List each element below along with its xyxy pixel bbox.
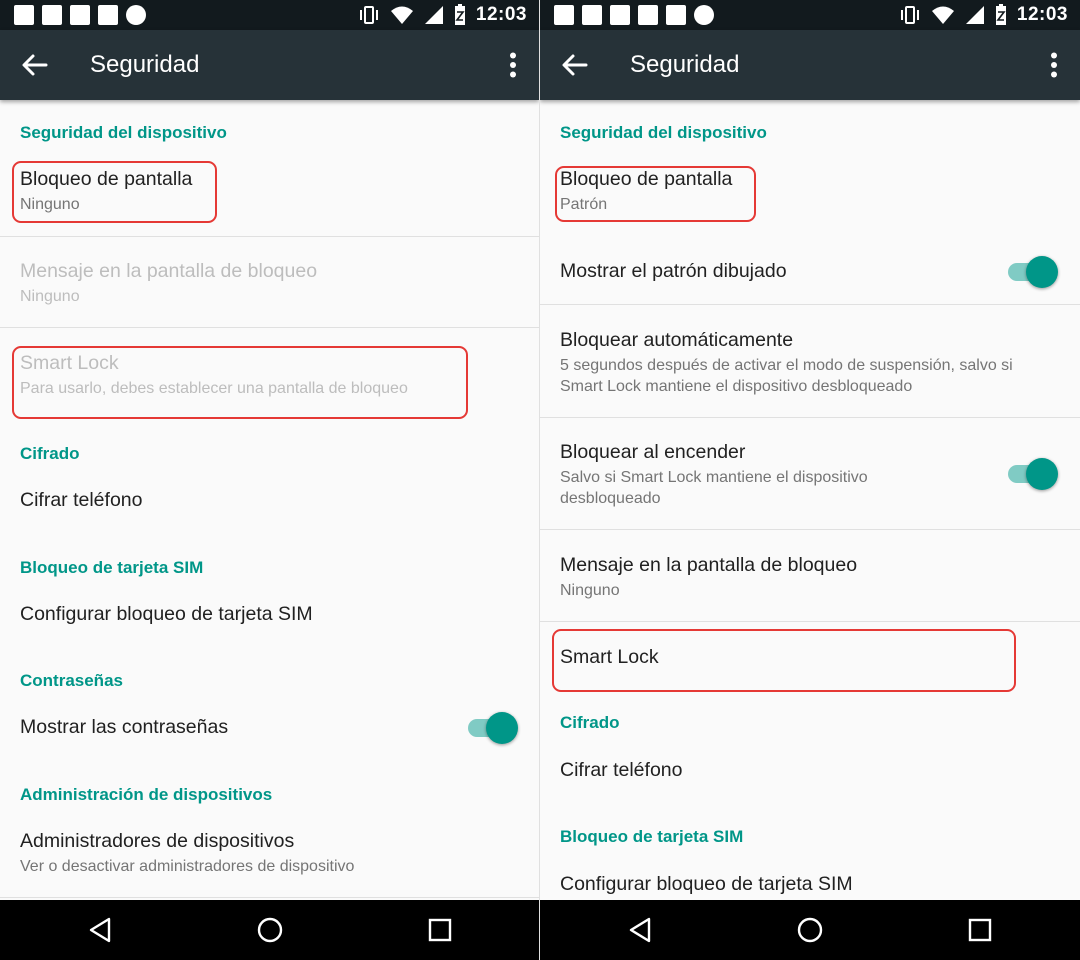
signal-icon bbox=[424, 6, 443, 24]
sim-lock-config-item[interactable]: Configurar bloqueo de tarjeta SIM bbox=[560, 873, 853, 896]
wifi-icon bbox=[390, 6, 413, 24]
back-arrow-icon[interactable] bbox=[560, 51, 588, 79]
more-options-icon[interactable] bbox=[509, 52, 517, 78]
power-lock-title: Bloquear al encender bbox=[560, 441, 746, 463]
clock: 12:03 bbox=[475, 4, 527, 25]
back-arrow-icon[interactable] bbox=[20, 51, 48, 79]
mail-icon bbox=[610, 5, 630, 25]
clock: 12:03 bbox=[1016, 4, 1068, 25]
divider bbox=[0, 897, 539, 898]
notification-icons bbox=[554, 5, 714, 25]
divider bbox=[540, 417, 1080, 418]
system-icons: 12:03 bbox=[358, 4, 527, 26]
app-bar: Seguridad bbox=[540, 30, 1080, 100]
encrypt-phone-item[interactable]: Cifrar teléfono bbox=[560, 759, 682, 782]
section-header-device-admin: Administración de dispositivos bbox=[20, 785, 273, 804]
screenshot-root: 12:03 Seguridad Seguridad del dispositiv… bbox=[0, 0, 1080, 960]
mail-icon bbox=[666, 5, 686, 25]
section-header-encryption: Cifrado bbox=[560, 713, 620, 732]
divider bbox=[540, 304, 1080, 305]
mail-icon bbox=[70, 5, 90, 25]
navigation-icon bbox=[126, 5, 146, 25]
mail-icon bbox=[42, 5, 62, 25]
vibrate-icon bbox=[900, 6, 919, 24]
power-lock-subtitle: Salvo si Smart Lock mantiene el disposit… bbox=[560, 469, 868, 507]
status-bar: 12:03 bbox=[0, 0, 539, 30]
divider bbox=[0, 327, 539, 328]
show-passwords-toggle[interactable] bbox=[466, 710, 518, 744]
divider bbox=[0, 236, 539, 237]
lockscreen-message-title: Mensaje en la pantalla de bloqueo bbox=[560, 554, 858, 576]
battery-icon bbox=[995, 4, 1006, 25]
settings-list: Seguridad del dispositivo Bloqueo de pan… bbox=[0, 100, 539, 900]
power-lock-toggle[interactable] bbox=[1006, 456, 1058, 490]
phone-right: 12:03 Seguridad Seguridad del dispositiv… bbox=[540, 0, 1080, 960]
sim-lock-config-item[interactable]: Configurar bloqueo de tarjeta SIM bbox=[20, 603, 313, 626]
lockscreen-message-subtitle: Ninguno bbox=[560, 582, 620, 599]
lockscreen-message-title: Mensaje en la pantalla de bloqueo bbox=[20, 260, 318, 282]
navigation-icon bbox=[694, 5, 714, 25]
show-passwords-title: Mostrar las contraseñas bbox=[20, 716, 229, 738]
battery-icon bbox=[454, 4, 465, 25]
show-pattern-toggle[interactable] bbox=[1006, 254, 1058, 288]
nav-back-icon[interactable] bbox=[627, 916, 655, 944]
divider bbox=[540, 621, 1080, 622]
device-admins-subtitle: Ver o desactivar administradores de disp… bbox=[20, 858, 355, 875]
image-icon bbox=[582, 5, 602, 25]
settings-list: Seguridad del dispositivo Bloqueo de pan… bbox=[540, 100, 1080, 900]
section-header-sim-lock: Bloqueo de tarjeta SIM bbox=[560, 827, 744, 846]
nav-home-icon[interactable] bbox=[796, 916, 824, 944]
section-header-passwords: Contraseñas bbox=[20, 671, 123, 690]
signal-icon bbox=[965, 6, 984, 24]
section-header-device-security: Seguridad del dispositivo bbox=[20, 123, 227, 142]
toggle-thumb bbox=[486, 712, 518, 744]
highlight-box bbox=[12, 161, 217, 223]
nav-home-icon[interactable] bbox=[256, 916, 284, 944]
mail-icon bbox=[638, 5, 658, 25]
auto-lock-title: Bloquear automáticamente bbox=[560, 329, 794, 351]
mail-icon bbox=[98, 5, 118, 25]
status-bar: 12:03 bbox=[540, 0, 1080, 30]
highlight-box bbox=[555, 166, 756, 222]
highlight-box bbox=[552, 629, 1016, 692]
auto-lock-subtitle: 5 segundos después de activar el modo de… bbox=[560, 357, 1013, 395]
app-bar: Seguridad bbox=[0, 30, 539, 100]
more-options-icon[interactable] bbox=[1050, 52, 1058, 78]
section-header-encryption: Cifrado bbox=[20, 444, 80, 463]
device-admins-title: Administradores de dispositivos bbox=[20, 830, 295, 852]
toggle-thumb bbox=[1026, 458, 1058, 490]
system-icons: 12:03 bbox=[899, 4, 1068, 26]
wifi-icon bbox=[931, 6, 954, 24]
encrypt-phone-item[interactable]: Cifrar teléfono bbox=[20, 489, 142, 512]
highlight-box bbox=[12, 346, 468, 419]
divider bbox=[540, 529, 1080, 530]
page-title: Seguridad bbox=[90, 51, 200, 78]
phone-left: 12:03 Seguridad Seguridad del dispositiv… bbox=[0, 0, 540, 960]
toggle-thumb bbox=[1026, 256, 1058, 288]
facebook-icon bbox=[14, 5, 34, 25]
section-header-sim-lock: Bloqueo de tarjeta SIM bbox=[20, 558, 204, 577]
navigation-bar bbox=[0, 900, 539, 960]
show-pattern-title: Mostrar el patrón dibujado bbox=[560, 260, 787, 282]
nav-back-icon[interactable] bbox=[87, 916, 115, 944]
facebook-icon bbox=[554, 5, 574, 25]
navigation-bar bbox=[540, 900, 1080, 960]
nav-recents-icon[interactable] bbox=[426, 916, 454, 944]
lockscreen-message-subtitle: Ninguno bbox=[20, 288, 80, 305]
page-title: Seguridad bbox=[630, 51, 740, 78]
section-header-device-security: Seguridad del dispositivo bbox=[560, 123, 767, 142]
notification-icons bbox=[14, 5, 146, 25]
nav-recents-icon[interactable] bbox=[966, 916, 994, 944]
vibrate-icon bbox=[359, 6, 378, 24]
